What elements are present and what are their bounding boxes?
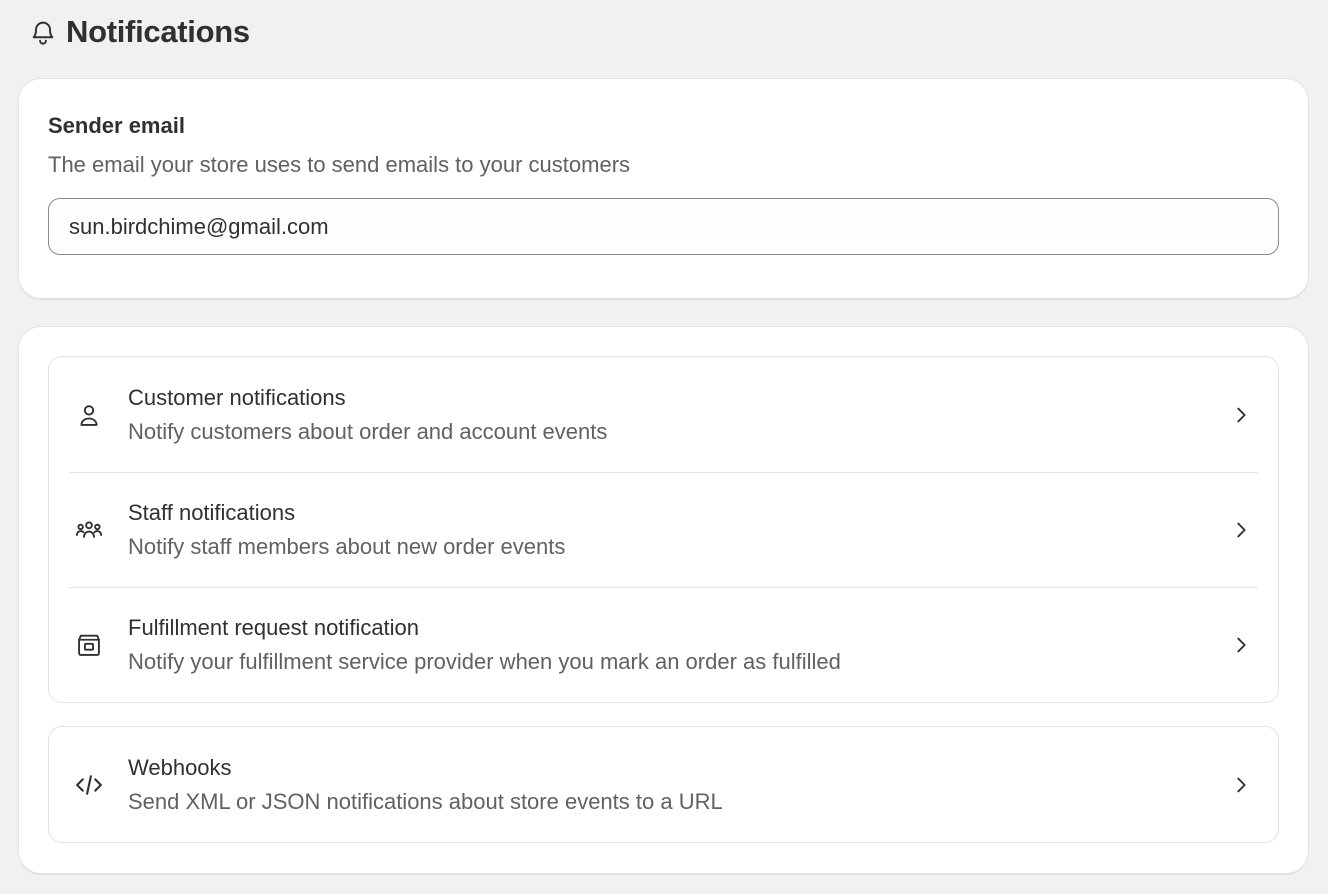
chevron-right-icon (1226, 770, 1256, 800)
chevron-right-icon (1226, 515, 1256, 545)
people-icon (69, 510, 109, 550)
fulfillment-request-description: Notify your fulfillment service provider… (128, 649, 841, 674)
page-header: Notifications (28, 12, 250, 52)
package-icon (69, 625, 109, 665)
code-icon (69, 765, 109, 805)
sender-email-input[interactable] (48, 198, 1279, 255)
webhooks-group: Webhooks Send XML or JSON notifications … (48, 726, 1279, 843)
staff-notifications-description: Notify staff members about new order eve… (128, 534, 566, 559)
webhooks-description: Send XML or JSON notifications about sto… (128, 788, 723, 814)
chevron-right-icon (1226, 400, 1256, 430)
staff-notifications-title: Staff notifications (128, 500, 296, 525)
sender-email-heading: Sender email (48, 113, 185, 138)
staff-notifications-row[interactable]: Staff notifications Notify staff members… (69, 472, 1258, 587)
customer-notifications-text: Customer notifications Notify customers … (128, 385, 1226, 445)
notifications-page: Notifications Sender email The email you… (0, 0, 1328, 894)
chevron-right-icon (1226, 630, 1256, 660)
fulfillment-request-row[interactable]: Fulfillment request notification Notify … (69, 587, 1258, 702)
page-title: Notifications (66, 14, 250, 49)
customer-notifications-title: Customer notifications (128, 384, 346, 410)
webhooks-row[interactable]: Webhooks Send XML or JSON notifications … (69, 727, 1258, 842)
bell-icon (28, 17, 58, 47)
fulfillment-request-text: Fulfillment request notification Notify … (128, 615, 1226, 675)
staff-notifications-text: Staff notifications Notify staff members… (128, 500, 1226, 560)
sender-email-card: Sender email The email your store uses t… (19, 79, 1308, 298)
webhooks-text: Webhooks Send XML or JSON notifications … (128, 755, 1226, 815)
customer-notifications-description: Notify customers about order and account… (128, 418, 608, 444)
webhooks-title: Webhooks (128, 754, 232, 780)
notification-settings-card: Customer notifications Notify customers … (19, 327, 1308, 873)
fulfillment-request-title: Fulfillment request notification (128, 615, 420, 640)
notification-group: Customer notifications Notify customers … (48, 356, 1279, 703)
customer-notifications-row[interactable]: Customer notifications Notify customers … (69, 357, 1258, 472)
person-icon (69, 395, 109, 435)
sender-email-description: The email your store uses to send emails… (48, 152, 631, 177)
